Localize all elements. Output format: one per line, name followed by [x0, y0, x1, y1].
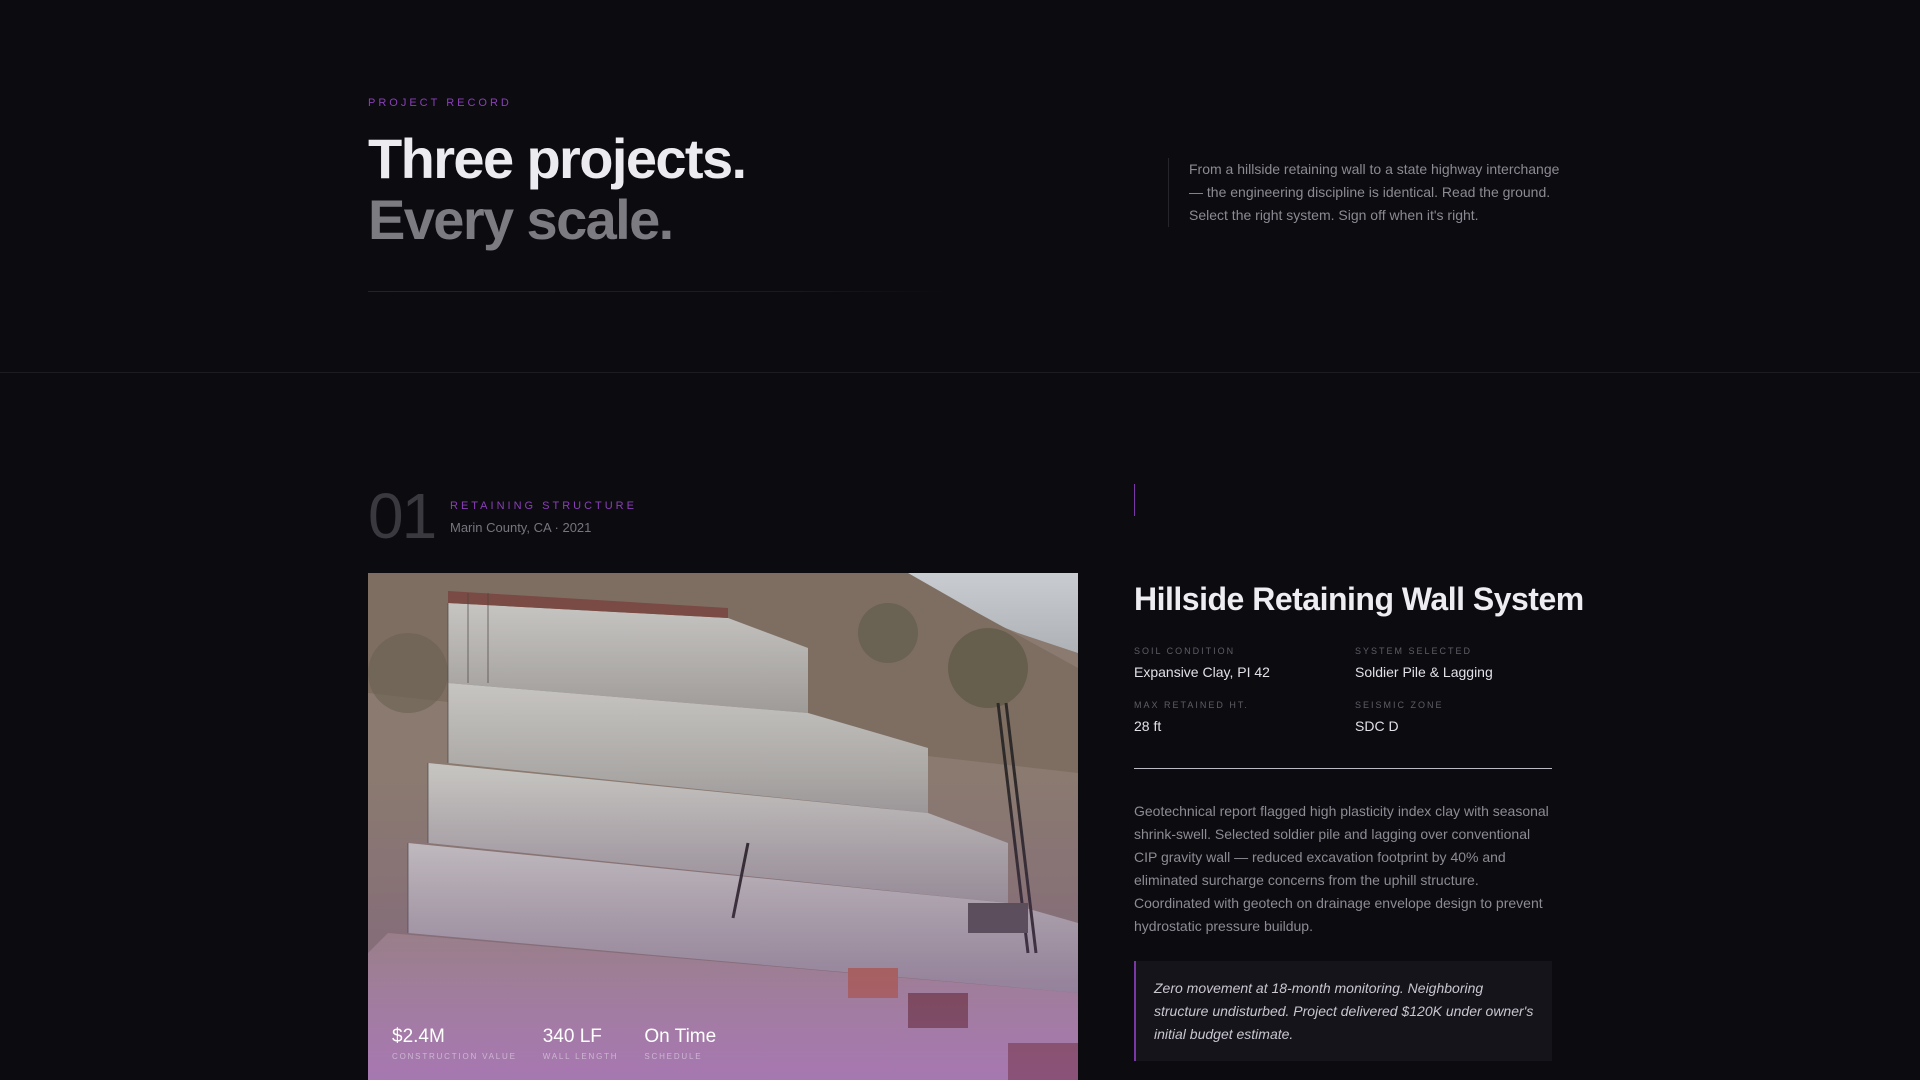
stat-schedule: On Time SCHEDULE — [644, 1025, 716, 1061]
spec-value: SDC D — [1355, 718, 1399, 734]
spec-label: SOIL CONDITION — [1134, 646, 1236, 656]
project-title: Hillside Retaining Wall System — [1134, 581, 1584, 617]
stat-construction-value: $2.4M CONSTRUCTION VALUE — [392, 1025, 517, 1061]
spec-value: 28 ft — [1134, 718, 1162, 734]
stat-label: CONSTRUCTION VALUE — [392, 1052, 517, 1061]
spec-max-retained-height: MAX RETAINED HT. 28 ft — [1134, 700, 1249, 734]
spec-label: SEISMIC ZONE — [1355, 700, 1444, 710]
accent-bar — [1134, 484, 1135, 516]
spec-value: Soldier Pile & Lagging — [1355, 664, 1493, 680]
project-category: RETAINING STRUCTURE — [450, 500, 637, 512]
project-number: 01 — [368, 480, 437, 552]
spec-system-selected: SYSTEM SELECTED Soldier Pile & Lagging — [1355, 646, 1493, 680]
project-location: Marin County, CA · 2021 — [450, 520, 592, 535]
spec-label: MAX RETAINED HT. — [1134, 700, 1249, 710]
hero-divider — [368, 291, 948, 292]
project-outcome-quote: Zero movement at 18-month monitoring. Ne… — [1134, 961, 1552, 1061]
stat-value: $2.4M — [392, 1026, 445, 1047]
hero-headline: Three projects. Every scale. — [368, 127, 747, 251]
headline-line-2: Every scale. — [368, 188, 674, 251]
hero-intro: From a hillside retaining wall to a stat… — [1168, 158, 1568, 227]
spec-seismic-zone: SEISMIC ZONE SDC D — [1355, 700, 1444, 734]
headline-line-1: Three projects. — [368, 127, 747, 190]
project-photo: $2.4M CONSTRUCTION VALUE 340 LF WALL LEN… — [368, 573, 1078, 1080]
project-description: Geotechnical report flagged high plastic… — [1134, 803, 1549, 934]
spec-soil-condition: SOIL CONDITION Expansive Clay, PI 42 — [1134, 646, 1270, 680]
spec-value: Expansive Clay, PI 42 — [1134, 664, 1270, 680]
stat-value: On Time — [644, 1026, 717, 1047]
photo-tint — [368, 573, 1078, 1080]
hero-eyebrow: PROJECT RECORD — [368, 97, 512, 109]
spec-label: SYSTEM SELECTED — [1355, 646, 1473, 656]
stat-value: 340 LF — [542, 1026, 602, 1047]
section-divider — [0, 372, 1920, 373]
stat-label: SCHEDULE — [644, 1052, 703, 1061]
project-stats: $2.4M CONSTRUCTION VALUE 340 LF WALL LEN… — [392, 1025, 716, 1061]
stat-label: WALL LENGTH — [542, 1052, 619, 1061]
specs-divider — [1134, 768, 1552, 769]
stat-wall-length: 340 LF WALL LENGTH — [543, 1025, 619, 1061]
